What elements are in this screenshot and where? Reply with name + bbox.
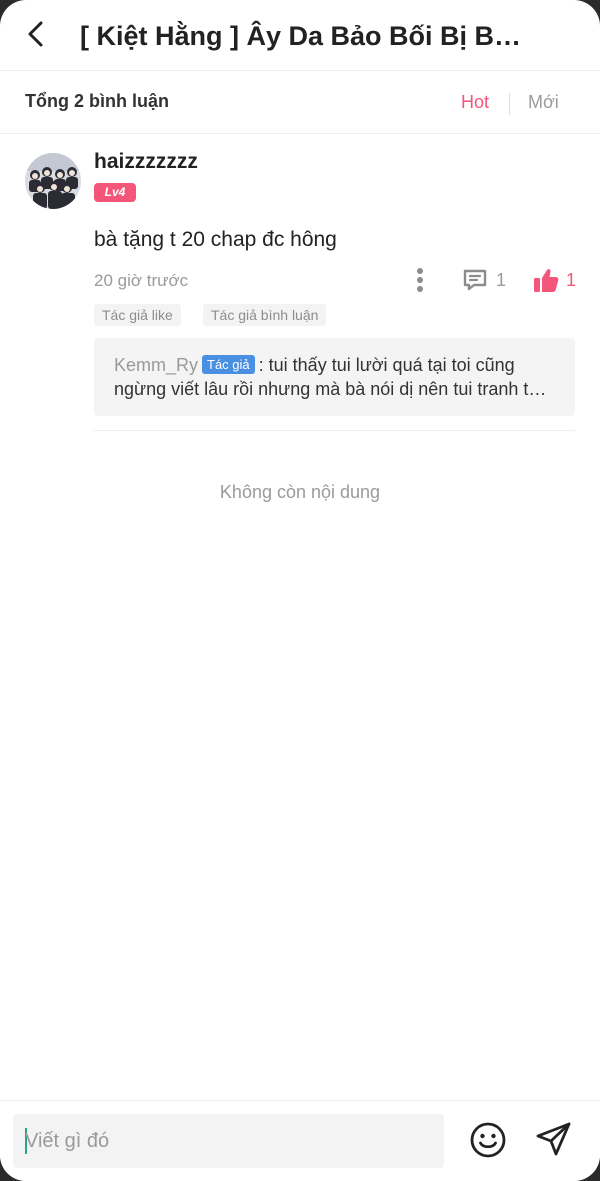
back-button[interactable] xyxy=(18,16,54,52)
author-liked-tag: Tác giả like xyxy=(94,304,181,326)
reply-count: 1 xyxy=(496,269,507,290)
comment-input[interactable]: Viết gì đó xyxy=(13,1114,444,1168)
reply-author[interactable]: Kemm_Ry xyxy=(114,355,198,375)
comment-icon xyxy=(463,269,487,291)
comment-time: 20 giờ trước xyxy=(94,271,189,290)
end-of-list-text: Không còn nội dung xyxy=(219,482,381,502)
comments-screen: [ Kiệt Hằng ] Ây Da Bảo Bối Bị Bắt Nạt R… xyxy=(0,0,600,1181)
thumbs-up-icon xyxy=(534,269,559,292)
reply-text-continued: ngừng viết lâu rồi nhưng mà bà nói dị nê… xyxy=(114,379,554,399)
more-options-button[interactable] xyxy=(409,266,431,294)
reply-line-first: Kemm_Ry Tác giả: tui thấy tui lười quá tạ… xyxy=(114,355,515,376)
reply-button[interactable]: 1 xyxy=(462,266,506,294)
send-button[interactable] xyxy=(534,1119,574,1159)
header: [ Kiệt Hằng ] Ây Da Bảo Bối Bị Bắt Nạt R… xyxy=(0,0,600,71)
emoji-button[interactable] xyxy=(469,1121,507,1159)
comment-divider xyxy=(94,430,575,431)
comments-subbar: Tổng 2 bình luận Hot Mới xyxy=(0,71,600,134)
author-badge: Tác giả xyxy=(202,355,255,374)
sort-divider xyxy=(509,93,510,115)
sort-new-tab[interactable]: Mới xyxy=(528,92,559,113)
reply-text-start: : tui thấy tui lười quá tại toi cũng xyxy=(258,355,515,375)
reply-preview[interactable]: Kemm_Ry Tác giả: tui thấy tui lười quá tạ… xyxy=(94,338,575,416)
comment-total: Tổng 2 bình luận xyxy=(25,91,169,111)
input-placeholder: Viết gì đó xyxy=(25,1130,110,1152)
send-icon xyxy=(536,1122,571,1156)
comment-username[interactable]: haizzzzzzz xyxy=(94,150,198,174)
page-title: [ Kiệt Hằng ] Ây Da Bảo Bối Bị Bắt Nạt R… xyxy=(80,21,530,51)
like-button[interactable]: 1 xyxy=(532,266,576,294)
like-count: 1 xyxy=(566,269,577,290)
avatar-image xyxy=(25,153,81,209)
more-vertical-icon xyxy=(417,268,423,292)
emoji-icon xyxy=(470,1122,506,1158)
level-badge: Lv4 xyxy=(94,183,136,202)
avatar[interactable] xyxy=(25,153,81,209)
comment-text: bà tặng t 20 chap đc hông xyxy=(94,228,337,251)
sort-hot-tab[interactable]: Hot xyxy=(461,92,489,113)
author-commented-tag: Tác giả bình luận xyxy=(203,304,327,326)
back-arrow-icon xyxy=(28,21,43,47)
comment-input-bar: Viết gì đó xyxy=(0,1100,600,1181)
